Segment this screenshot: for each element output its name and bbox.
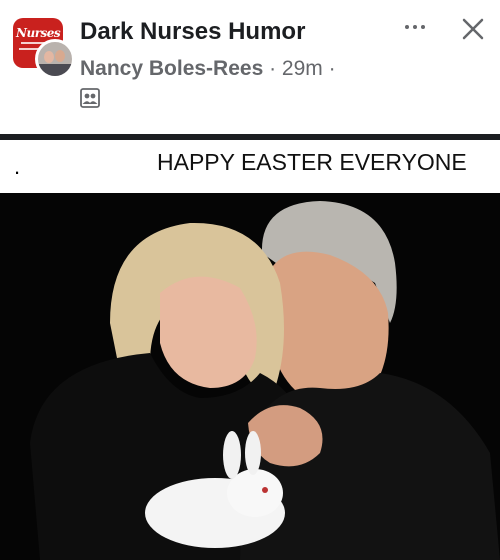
image-caption: HAPPY EASTER EVERYONE bbox=[157, 149, 467, 175]
avatar-shape bbox=[55, 50, 65, 62]
group-avatar-logo-text: Nurses bbox=[16, 26, 61, 40]
author-avatar[interactable] bbox=[35, 39, 75, 79]
caption-dot: . bbox=[14, 154, 21, 179]
close-icon[interactable] bbox=[458, 14, 488, 44]
post-timestamp[interactable]: 29m bbox=[282, 57, 323, 80]
meta-separator: · bbox=[322, 57, 336, 80]
dot bbox=[413, 25, 417, 29]
more-options-icon bbox=[405, 25, 409, 29]
avatar-shape bbox=[44, 51, 54, 63]
author-name-link[interactable]: Nancy Boles-Rees bbox=[80, 57, 263, 80]
post-header: Nurses Dark Nurses Humor Nancy Boles-Ree… bbox=[0, 0, 500, 134]
meta-separator: · bbox=[263, 57, 282, 80]
avatar-shape bbox=[38, 64, 72, 76]
group-name-link[interactable]: Dark Nurses Humor bbox=[80, 18, 305, 46]
group-members-icon bbox=[80, 88, 100, 108]
photo-illustration bbox=[0, 193, 500, 560]
post-meta: Nancy Boles-Rees · 29m · bbox=[80, 57, 336, 81]
more-options-button[interactable] bbox=[400, 16, 430, 38]
post-photo[interactable] bbox=[0, 193, 500, 560]
dot bbox=[421, 25, 425, 29]
